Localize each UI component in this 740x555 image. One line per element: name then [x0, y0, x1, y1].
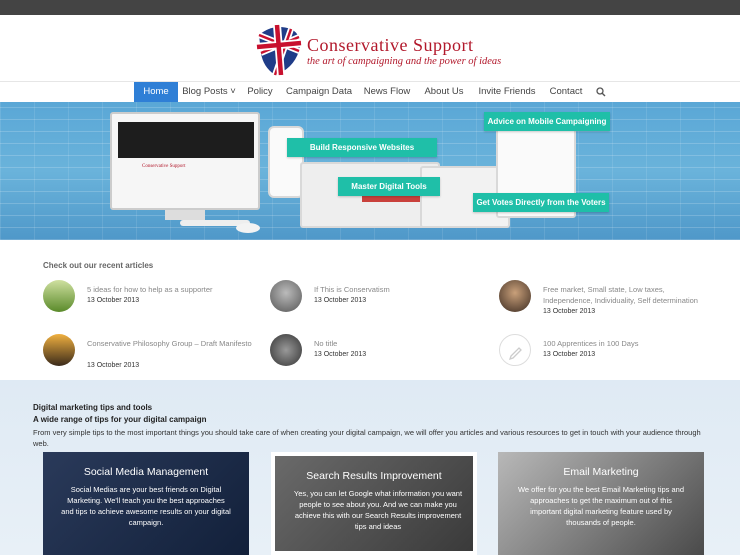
tips-subheading: A wide range of tips for your digital ca…: [33, 415, 207, 424]
mouse: [236, 223, 260, 233]
recent-articles-heading: Check out our recent articles: [43, 261, 154, 270]
nav-policy[interactable]: Policy: [244, 82, 276, 102]
crowd-thumbnail: [270, 334, 302, 366]
browser-top-bar: [0, 0, 740, 15]
article-title[interactable]: 100 Apprentices in 100 Days: [543, 338, 713, 349]
article-date: 13 October 2013: [543, 308, 596, 315]
tips-intro: From very simple tips to the most import…: [33, 428, 701, 448]
hero-banner: Conservative Support Advice on Mobile Ca…: [0, 102, 740, 240]
article-date: 13 October 2013: [543, 351, 596, 358]
tulips-thumbnail: [43, 280, 75, 312]
list-item[interactable]: Conservative Philosophy Group – Draft Ma…: [43, 334, 252, 374]
search-icon[interactable]: [592, 82, 610, 102]
nav-campaign-data[interactable]: Campaign Data: [285, 82, 353, 102]
desktop-monitor-mockup: Conservative Support: [110, 112, 260, 210]
site-tagline: the art of campaigning and the power of …: [307, 56, 502, 67]
card-text: Social Medias are your best friends on D…: [61, 485, 231, 527]
card-title: Search Results Improvement: [306, 470, 442, 482]
card-search-results[interactable]: Search Results Improvement Yes, you can …: [271, 452, 477, 555]
card-title: Social Media Management: [83, 466, 209, 478]
callout-votes[interactable]: Get Votes Directly from the Voters: [473, 193, 609, 212]
list-item[interactable]: 100 Apprentices in 100 Days 13 October 2…: [499, 334, 699, 374]
callout-mobile-campaigning[interactable]: Advice on Mobile Campaigning: [484, 112, 610, 131]
sunset-thumbnail: [43, 334, 75, 366]
nav-home[interactable]: Home: [134, 82, 178, 102]
callout-responsive-websites[interactable]: Build Responsive Websites: [287, 138, 437, 157]
article-title[interactable]: No title: [314, 338, 484, 349]
card-text: We offer for you the best Email Marketin…: [517, 485, 685, 527]
article-title[interactable]: 5 ideas for how to help as a supporter: [87, 284, 257, 295]
union-flag-icon: [256, 24, 302, 76]
nav-news-flow[interactable]: News Flow: [362, 82, 412, 102]
main-nav: Home Blog Posts ˅ Policy Campaign Data N…: [0, 81, 740, 102]
phone-mockup: [268, 126, 304, 198]
site-header: Conservative Support the art of campaign…: [0, 15, 740, 81]
article-title[interactable]: Conservative Philosophy Group – Draft Ma…: [87, 338, 257, 349]
portrait-thumbnail: [499, 280, 531, 312]
nav-blog-posts[interactable]: Blog Posts ˅: [181, 82, 237, 102]
pencil-icon: [499, 334, 531, 366]
callout-digital-tools[interactable]: Master Digital Tools: [338, 177, 440, 196]
article-date: 13 October 2013: [314, 297, 367, 304]
site-title: Conservative Support: [307, 35, 474, 55]
recent-articles-section: Check out our recent articles 5 ideas fo…: [0, 240, 740, 380]
article-date: 13 October 2013: [314, 351, 367, 358]
article-title[interactable]: If This is Conservatism: [314, 284, 484, 295]
article-title[interactable]: Free market, Small state, Low taxes, Ind…: [543, 284, 713, 306]
list-item[interactable]: No title 13 October 2013: [270, 334, 470, 374]
list-item[interactable]: Free market, Small state, Low taxes, Ind…: [499, 280, 719, 320]
monitor-stand: [165, 210, 205, 220]
tips-heading: Digital marketing tips and tools: [33, 403, 153, 412]
list-item[interactable]: 5 ideas for how to help as a supporter 1…: [43, 280, 243, 320]
site-logo[interactable]: Conservative Support the art of campaign…: [255, 21, 501, 81]
portrait-thumbnail: [270, 280, 302, 312]
card-social-media[interactable]: Social Media Management Social Medias ar…: [43, 452, 249, 555]
mock-site-title: Conservative Support: [142, 164, 186, 169]
card-text: Yes, you can let Google what information…: [293, 489, 463, 531]
card-email-marketing[interactable]: Email Marketing We offer for you the bes…: [498, 452, 704, 555]
nav-contact[interactable]: Contact: [546, 82, 586, 102]
nav-invite-friends[interactable]: Invite Friends: [476, 82, 538, 102]
nav-about-us[interactable]: About Us: [421, 82, 467, 102]
article-date: 13 October 2013: [87, 362, 140, 369]
article-date: 13 October 2013: [87, 297, 140, 304]
card-title: Email Marketing: [563, 466, 639, 478]
list-item[interactable]: If This is Conservatism 13 October 2013: [270, 280, 470, 320]
digital-marketing-section: Digital marketing tips and tools A wide …: [0, 380, 740, 555]
